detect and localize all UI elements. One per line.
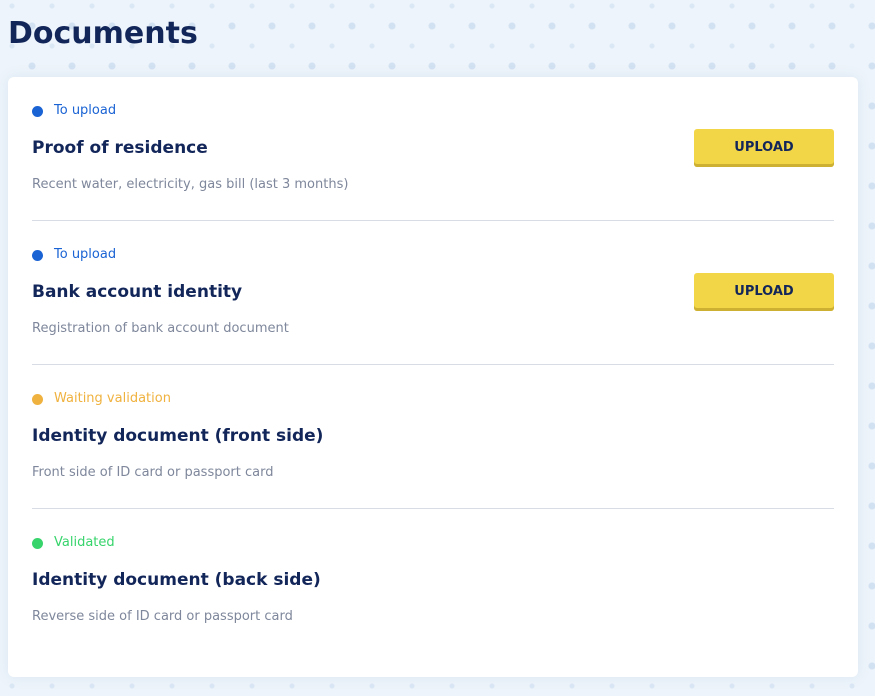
document-description: Recent water, electricity, gas bill (las… — [32, 177, 349, 192]
document-title: Bank account identity — [32, 282, 243, 302]
status-label: To upload — [54, 247, 117, 262]
status-dot-icon — [32, 537, 43, 549]
document-item-identity-back: Validated Identity document (back side) … — [32, 509, 834, 653]
documents-card: To upload Proof of residence Recent wate… — [8, 77, 858, 677]
status-dot-icon — [32, 105, 43, 117]
document-title: Identity document (back side) — [32, 570, 321, 590]
status-label: Validated — [54, 535, 115, 550]
status-badge: Validated — [32, 535, 115, 551]
document-item-bank-account-identity: To upload Bank account identity Registra… — [32, 221, 834, 365]
status-badge: To upload — [32, 103, 116, 119]
document-item-proof-of-residence: To upload Proof of residence Recent wate… — [32, 77, 834, 221]
page-title: Documents — [8, 16, 198, 51]
document-description: Front side of ID card or passport card — [32, 465, 274, 480]
status-badge: To upload — [32, 247, 116, 263]
document-description: Registration of bank account document — [32, 321, 289, 336]
status-badge: Waiting validation — [32, 391, 171, 407]
status-dot-icon — [32, 393, 43, 405]
upload-button-bank-account-identity[interactable]: UPLOAD — [694, 273, 834, 311]
document-description: Reverse side of ID card or passport card — [32, 609, 293, 624]
document-title: Proof of residence — [32, 138, 208, 158]
document-item-identity-front: Waiting validation Identity document (fr… — [32, 365, 834, 509]
upload-button-proof-of-residence[interactable]: UPLOAD — [694, 129, 834, 167]
status-label: Waiting validation — [54, 391, 171, 406]
status-dot-icon — [32, 249, 43, 261]
document-title: Identity document (front side) — [32, 426, 324, 446]
status-label: To upload — [54, 103, 117, 118]
